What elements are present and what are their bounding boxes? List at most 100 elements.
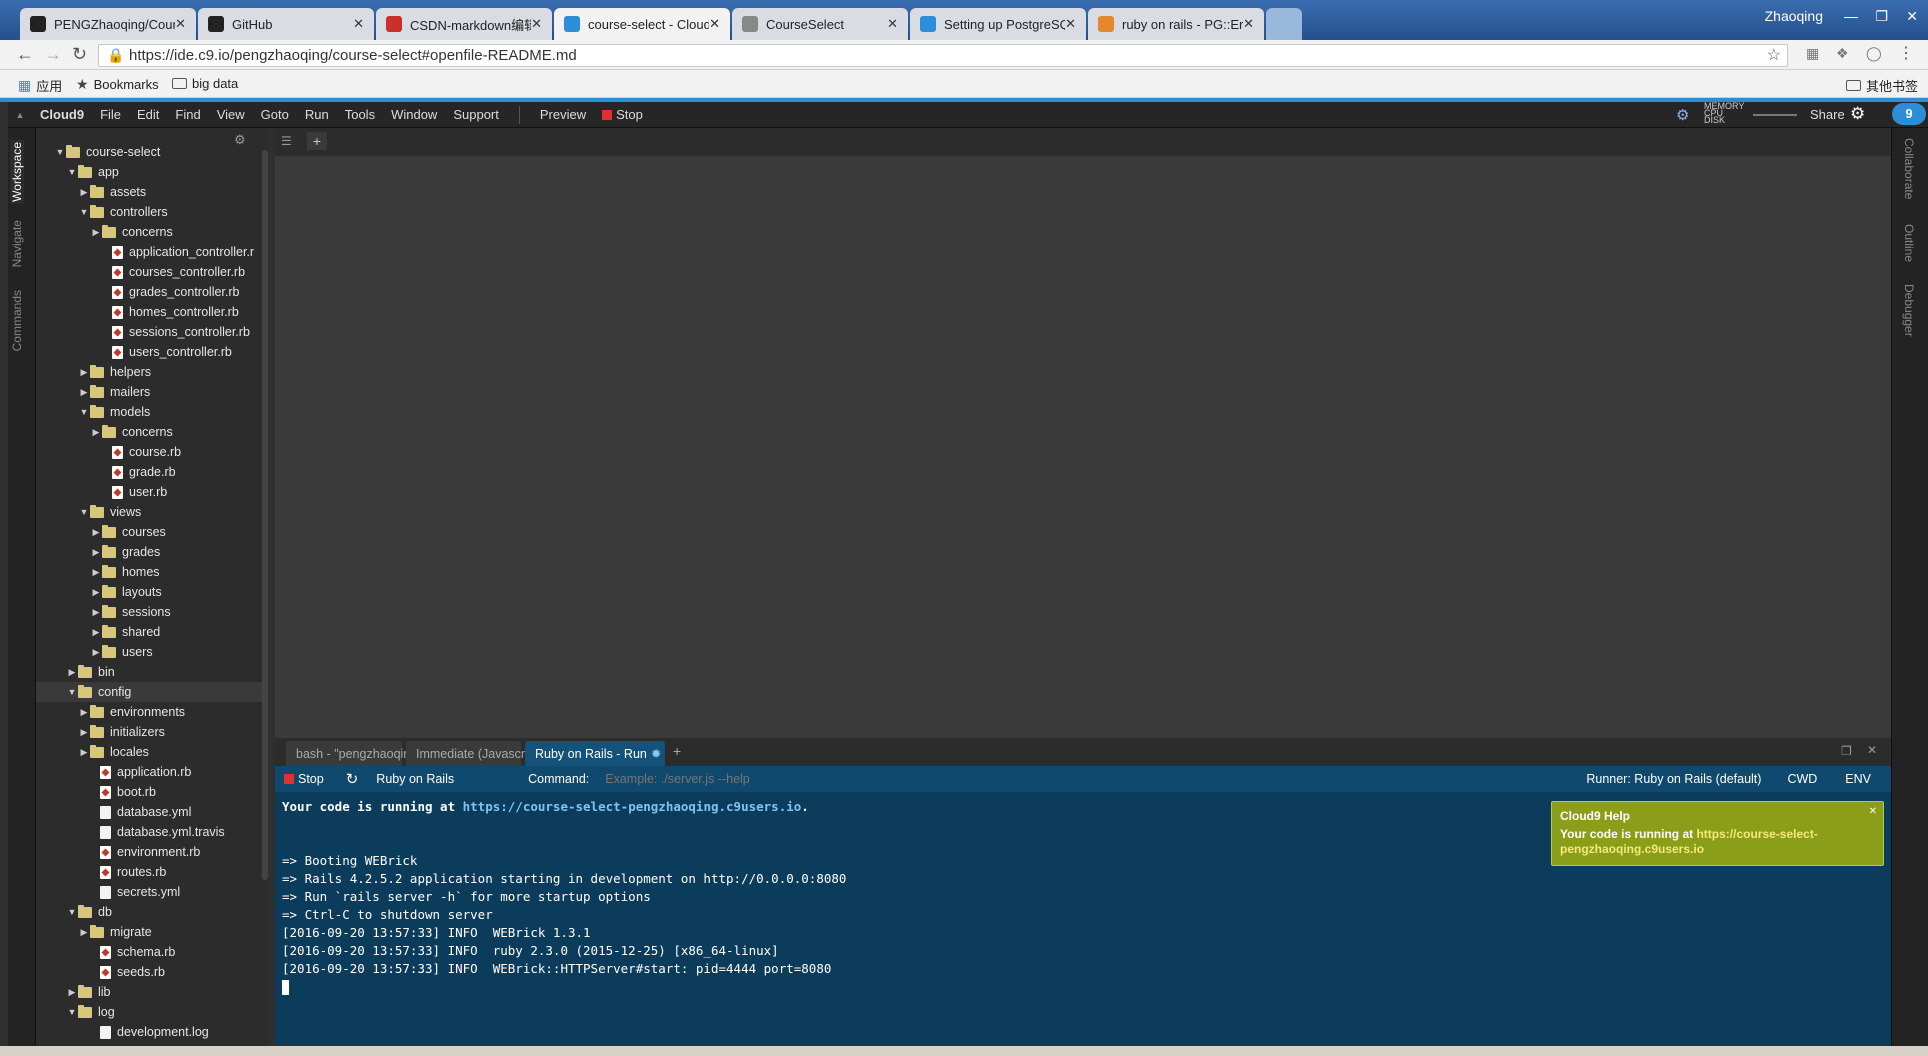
tree-folder[interactable]: ▼ models bbox=[36, 402, 262, 422]
console-tab-immediate[interactable]: Immediate (Javascri ✕ bbox=[406, 741, 540, 766]
bookmark-other[interactable]: 其他书签 bbox=[1846, 76, 1918, 95]
tree-folder[interactable]: ▶ environments bbox=[36, 702, 262, 722]
runner-select[interactable]: Ruby on Rails bbox=[376, 772, 454, 786]
tree-folder[interactable]: ▶ helpers bbox=[36, 362, 262, 382]
tree-file[interactable]: seeds.rb bbox=[36, 962, 262, 982]
collapsed-arrow-icon[interactable]: ▶ bbox=[90, 427, 102, 438]
console-tab-bash[interactable]: bash - "pengzhaoqir ✕ bbox=[286, 741, 420, 766]
bookmark-bookmarks[interactable]: ★ Bookmarks bbox=[76, 76, 159, 93]
tree-file[interactable]: database.yml.travis bbox=[36, 822, 262, 842]
tree-file[interactable]: grade.rb bbox=[36, 462, 262, 482]
tab-close-icon[interactable]: ✕ bbox=[709, 16, 720, 32]
menu-run[interactable]: Run bbox=[297, 107, 337, 122]
console-new-tab-plus-icon[interactable]: + bbox=[673, 743, 681, 759]
collapsed-arrow-icon[interactable]: ▶ bbox=[78, 187, 90, 198]
tree-folder[interactable]: ▼ views bbox=[36, 502, 262, 522]
browser-tab[interactable]: course-select - Cloud9 ✕ bbox=[554, 8, 730, 40]
tree-folder[interactable]: ▶ locales bbox=[36, 742, 262, 762]
star-icon[interactable]: ☆ bbox=[1767, 45, 1781, 66]
tree-folder[interactable]: ▶ bin bbox=[36, 662, 262, 682]
run-stop-button[interactable]: Stop bbox=[284, 772, 324, 786]
forward-icon[interactable]: → bbox=[44, 44, 62, 65]
bug-icon[interactable]: ⚙ bbox=[1676, 106, 1689, 124]
tree-file[interactable]: secrets.yml bbox=[36, 882, 262, 902]
tab-debugger[interactable]: Debugger bbox=[1902, 284, 1916, 337]
stop-button[interactable]: Stop bbox=[594, 107, 651, 122]
tree-folder[interactable]: ▼ controllers bbox=[36, 202, 262, 222]
collapsed-arrow-icon[interactable]: ▶ bbox=[66, 667, 78, 678]
tree-file[interactable]: courses_controller.rb bbox=[36, 262, 262, 282]
expanded-arrow-icon[interactable]: ▼ bbox=[54, 147, 66, 157]
tree-folder[interactable]: ▶ mailers bbox=[36, 382, 262, 402]
collapse-icon[interactable]: ▲ bbox=[8, 110, 32, 120]
tab-close-icon[interactable]: ✕ bbox=[353, 16, 364, 32]
menu-support[interactable]: Support bbox=[445, 107, 507, 122]
maximize-icon[interactable]: ❐ bbox=[1841, 744, 1852, 758]
back-icon[interactable]: ← bbox=[16, 44, 34, 65]
tree-file[interactable]: application_controller.r bbox=[36, 242, 262, 262]
tree-file[interactable]: routes.rb bbox=[36, 862, 262, 882]
menu-cloud9[interactable]: Cloud9 bbox=[32, 107, 92, 122]
cwd-button[interactable]: CWD bbox=[1787, 772, 1817, 786]
browser-tab[interactable]: CourseSelect ✕ bbox=[732, 8, 908, 40]
settings-gear-icon[interactable]: ⚙ bbox=[1850, 104, 1865, 124]
browser-tab[interactable]: PENGZhaoqing/Course✕ bbox=[20, 8, 196, 40]
tree-file[interactable]: environment.rb bbox=[36, 842, 262, 862]
tree-folder[interactable]: ▶ shared bbox=[36, 622, 262, 642]
help-close-icon[interactable]: ✕ bbox=[1869, 804, 1877, 819]
tree-file[interactable]: homes_controller.rb bbox=[36, 302, 262, 322]
expanded-arrow-icon[interactable]: ▼ bbox=[78, 207, 90, 217]
collapsed-arrow-icon[interactable]: ▶ bbox=[90, 607, 102, 618]
collapsed-arrow-icon[interactable]: ▶ bbox=[78, 927, 90, 938]
collapsed-arrow-icon[interactable]: ▶ bbox=[78, 387, 90, 398]
expanded-arrow-icon[interactable]: ▼ bbox=[66, 1007, 78, 1017]
tree-scrollbar[interactable] bbox=[262, 150, 268, 880]
collapsed-arrow-icon[interactable]: ▶ bbox=[90, 547, 102, 558]
tab-list-icon[interactable]: ☰ bbox=[281, 134, 292, 148]
collapsed-arrow-icon[interactable]: ▶ bbox=[90, 227, 102, 238]
pocket-icon[interactable]: ◯ bbox=[1866, 45, 1882, 62]
tree-folder[interactable]: ▼ log bbox=[36, 1002, 262, 1022]
profile-name[interactable]: Zhaoqing bbox=[1765, 8, 1823, 24]
tab-close-icon[interactable]: ✕ bbox=[531, 16, 542, 32]
tree-folder[interactable]: ▼ config bbox=[36, 682, 262, 702]
tree-folder[interactable]: ▶ homes bbox=[36, 562, 262, 582]
restart-icon[interactable]: ↻ bbox=[346, 770, 359, 788]
expanded-arrow-icon[interactable]: ▼ bbox=[78, 507, 90, 517]
collapsed-arrow-icon[interactable]: ▶ bbox=[66, 987, 78, 998]
collapsed-arrow-icon[interactable]: ▶ bbox=[78, 707, 90, 718]
expanded-arrow-icon[interactable]: ▼ bbox=[66, 687, 78, 697]
tab-navigate[interactable]: Navigate bbox=[10, 220, 24, 267]
tree-folder[interactable]: ▼ app bbox=[36, 162, 262, 182]
tab-commands[interactable]: Commands bbox=[10, 290, 24, 351]
tab-close-icon[interactable]: ✕ bbox=[1243, 16, 1254, 32]
preview-button[interactable]: Preview bbox=[532, 107, 594, 122]
tree-file[interactable]: user.rb bbox=[36, 482, 262, 502]
browser-tab[interactable]: ruby on rails - PG::Erro ✕ bbox=[1088, 8, 1264, 40]
tree-folder[interactable]: ▼ db bbox=[36, 902, 262, 922]
browser-tab[interactable]: Setting up PostgreSQL ✕ bbox=[910, 8, 1086, 40]
tree-file[interactable]: boot.rb bbox=[36, 782, 262, 802]
tab-close-icon[interactable]: ✕ bbox=[887, 16, 898, 32]
tree-file[interactable]: course.rb bbox=[36, 442, 262, 462]
menu-tools[interactable]: Tools bbox=[337, 107, 383, 122]
menu-view[interactable]: View bbox=[209, 107, 253, 122]
tab-close-icon[interactable]: ✕ bbox=[1065, 16, 1076, 32]
menu-edit[interactable]: Edit bbox=[129, 107, 167, 122]
tree-folder[interactable]: ▶ users bbox=[36, 642, 262, 662]
extension-icon[interactable]: ▦ bbox=[1806, 45, 1819, 62]
bookmark-big-data[interactable]: big data bbox=[172, 76, 238, 91]
console-close-icon[interactable]: ✕ bbox=[1867, 743, 1877, 757]
new-browser-tab-button[interactable] bbox=[1266, 8, 1302, 40]
collapsed-arrow-icon[interactable]: ▶ bbox=[78, 367, 90, 378]
menu-icon[interactable]: ⋮ bbox=[1898, 43, 1914, 63]
collapsed-arrow-icon[interactable]: ▶ bbox=[78, 747, 90, 758]
tree-file[interactable]: schema.rb bbox=[36, 942, 262, 962]
tree-folder[interactable]: ▶ lib bbox=[36, 982, 262, 1002]
tab-close-icon[interactable]: ✕ bbox=[175, 16, 186, 32]
collapsed-arrow-icon[interactable]: ▶ bbox=[90, 647, 102, 658]
expanded-arrow-icon[interactable]: ▼ bbox=[66, 907, 78, 917]
collapsed-arrow-icon[interactable]: ▶ bbox=[90, 567, 102, 578]
tree-folder[interactable]: ▶ sessions bbox=[36, 602, 262, 622]
tree-file[interactable]: grades_controller.rb bbox=[36, 282, 262, 302]
